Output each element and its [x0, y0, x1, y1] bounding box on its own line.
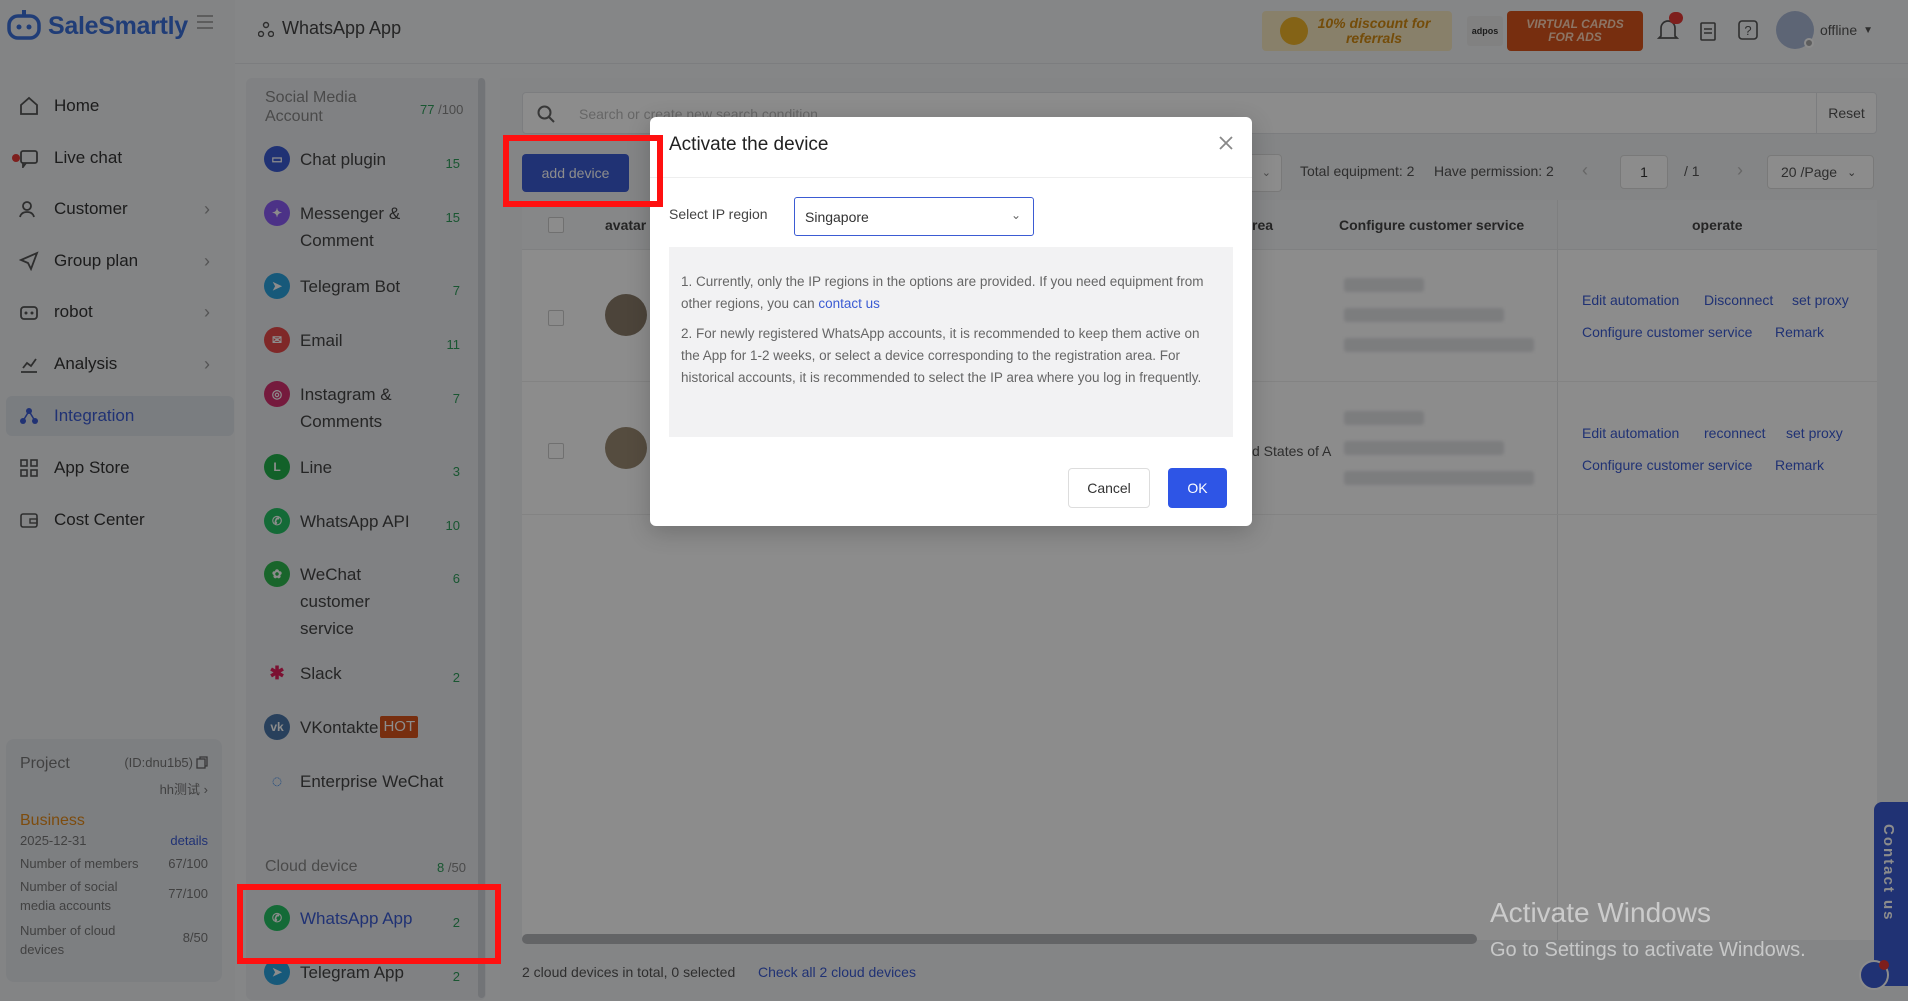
close-icon[interactable] [1218, 135, 1234, 151]
ip-region-select[interactable]: Singapore ⌄ [794, 197, 1034, 236]
dialog-divider [650, 177, 1252, 178]
activate-device-dialog: Activate the device Select IP region Sin… [650, 117, 1252, 526]
highlight-whatsapp-app [237, 884, 501, 964]
windows-watermark-title: Activate Windows [1490, 897, 1711, 928]
notice-box: 1. Currently, only the IP regions in the… [669, 247, 1233, 437]
ip-region-value: Singapore [805, 208, 869, 225]
dialog-title: Activate the device [669, 134, 829, 155]
cancel-button[interactable]: Cancel [1068, 468, 1150, 508]
contact-us-link[interactable]: contact us [818, 296, 880, 311]
highlight-add-device [503, 135, 663, 207]
notice-2: 2. For newly registered WhatsApp account… [681, 326, 1202, 385]
ok-button[interactable]: OK [1168, 468, 1227, 508]
notice-1-text: 1. Currently, only the IP regions in the… [681, 274, 1204, 311]
windows-watermark-subtitle: Go to Settings to activate Windows. [1490, 939, 1806, 961]
chevron-down-icon: ⌄ [1010, 208, 1021, 222]
notice-1: 1. Currently, only the IP regions in the… [681, 271, 1221, 315]
ip-region-label: Select IP region [669, 206, 768, 222]
